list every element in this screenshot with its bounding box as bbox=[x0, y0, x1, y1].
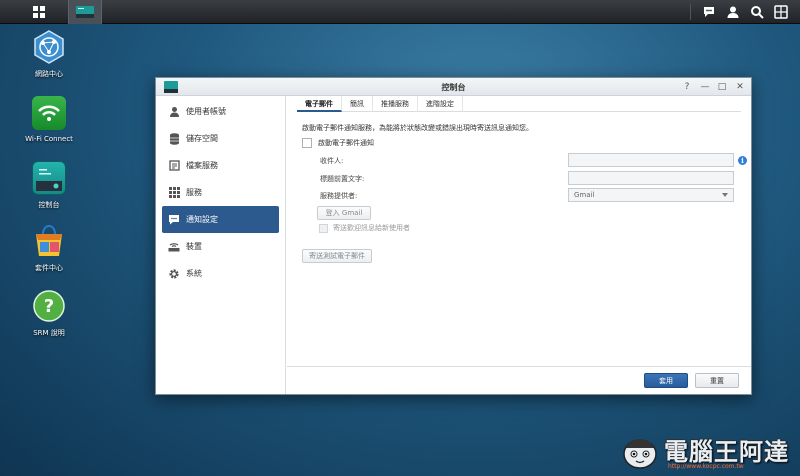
sidebar-item-label: 儲存空間 bbox=[186, 134, 218, 143]
provider-value: Gmail bbox=[574, 191, 595, 199]
desktop-icon-package-center[interactable]: 套件中心 bbox=[20, 224, 78, 273]
desktop-icon-srm-help[interactable]: ? SRM 說明 bbox=[20, 289, 78, 338]
subject-prefix-label: 標題前置文字: bbox=[320, 175, 365, 183]
close-button[interactable]: ✕ bbox=[733, 80, 747, 94]
desktop-icon-network-center[interactable]: 網路中心 bbox=[20, 30, 78, 79]
router-icon bbox=[168, 241, 180, 253]
chat-icon bbox=[704, 7, 714, 17]
control-panel-icon bbox=[32, 161, 66, 195]
reset-button[interactable]: 重置 bbox=[695, 373, 739, 388]
info-icon[interactable]: i bbox=[738, 156, 747, 165]
sidebar-item-notification[interactable]: 通知設定 bbox=[162, 206, 279, 233]
send-test-email-button[interactable]: 寄送測試電子郵件 bbox=[302, 249, 372, 263]
recipient-input[interactable] bbox=[568, 153, 734, 167]
maximize-button[interactable]: □ bbox=[715, 80, 729, 94]
widgets-icon bbox=[774, 5, 788, 19]
tab-email[interactable]: 電子郵件 bbox=[297, 96, 342, 112]
desktop-icon-label: 網路中心 bbox=[35, 70, 63, 78]
user-icon bbox=[727, 6, 739, 18]
help-button[interactable]: ? bbox=[680, 80, 694, 94]
desktop-icon-control-panel[interactable]: 控制台 bbox=[20, 161, 78, 210]
sidebar-item-devices[interactable]: 裝置 bbox=[162, 233, 279, 260]
svg-text:?: ? bbox=[44, 296, 54, 317]
sidebar-item-label: 檔案服務 bbox=[186, 161, 218, 170]
file-services-icon bbox=[168, 160, 180, 172]
notification-settings-panel: 電子郵件 簡訊 推播服務 進階設定 啟動電子郵件通知服務，為能將於狀態改變或錯誤… bbox=[287, 96, 751, 394]
mascot-logo bbox=[623, 439, 657, 469]
control-panel-window: 控制台 ? — □ ✕ 使用者帳號 儲存空間 檔案服務 服務 通知設定 裝置 系… bbox=[155, 77, 752, 395]
sidebar-item-label: 使用者帳號 bbox=[186, 107, 226, 116]
window-titlebar[interactable]: 控制台 ? — □ ✕ bbox=[156, 78, 751, 96]
sidebar-item-user-accounts[interactable]: 使用者帳號 bbox=[162, 98, 279, 125]
desktop-icon-label: 套件中心 bbox=[35, 264, 63, 272]
sidebar-item-label: 系統 bbox=[186, 269, 202, 278]
sidebar-item-label: 通知設定 bbox=[186, 215, 218, 224]
subject-prefix-input[interactable] bbox=[568, 171, 734, 185]
desktop-icon-label: 控制台 bbox=[38, 201, 60, 209]
enable-email-checkbox[interactable] bbox=[302, 138, 312, 148]
user-icon bbox=[168, 106, 180, 118]
help-icon: ? bbox=[32, 289, 66, 323]
sidebar-item-storage[interactable]: 儲存空間 bbox=[162, 125, 279, 152]
apply-button[interactable]: 套用 bbox=[644, 373, 688, 388]
taskbar-divider bbox=[690, 4, 691, 20]
main-menu-button[interactable] bbox=[24, 0, 54, 24]
wifi-icon bbox=[32, 96, 66, 130]
database-icon bbox=[168, 132, 180, 145]
minimize-button[interactable]: — bbox=[698, 80, 712, 94]
watermark-brand: 電腦王阿達 bbox=[664, 438, 789, 466]
tab-bar: 電子郵件 簡訊 推播服務 進階設定 bbox=[297, 96, 741, 112]
sidebar-item-services[interactable]: 服務 bbox=[162, 179, 279, 206]
user-button[interactable] bbox=[721, 0, 745, 24]
tab-push-service[interactable]: 推播服務 bbox=[373, 96, 418, 112]
sidebar-item-file-services[interactable]: 檔案服務 bbox=[162, 152, 279, 179]
network-center-icon bbox=[32, 30, 66, 64]
window-title: 控制台 bbox=[441, 83, 466, 92]
tab-sms[interactable]: 簡訊 bbox=[342, 96, 373, 112]
taskbar bbox=[0, 0, 800, 24]
services-grid-icon bbox=[168, 187, 180, 199]
login-gmail-button[interactable]: 登入 Gmail bbox=[317, 206, 371, 220]
gear-icon bbox=[168, 268, 180, 280]
welcome-message-row: 寄送歡迎訊息給新使用者 bbox=[319, 223, 410, 233]
widgets-button[interactable] bbox=[769, 0, 793, 24]
package-center-icon bbox=[32, 224, 66, 258]
watermark: 電腦王阿達 http://www.kocpc.com.tw bbox=[608, 430, 798, 474]
sidebar-item-system[interactable]: 系統 bbox=[162, 260, 279, 287]
control-panel-icon bbox=[76, 6, 94, 18]
email-description: 啟動電子郵件通知服務，為能將於狀態改變或錯誤出現時寄送訊息通知您。 bbox=[302, 124, 533, 132]
search-icon bbox=[751, 6, 764, 19]
welcome-message-checkbox[interactable] bbox=[319, 223, 328, 233]
recipient-label: 收件人: bbox=[320, 157, 344, 165]
notification-icon bbox=[168, 214, 180, 226]
desktop-icon-wifi-connect[interactable]: Wi-Fi Connect bbox=[20, 96, 78, 143]
window-footer: 套用 重置 bbox=[287, 366, 751, 394]
desktop-icon-label: Wi-Fi Connect bbox=[25, 135, 73, 143]
tab-advanced[interactable]: 進階設定 bbox=[418, 96, 463, 112]
enable-email-row: 啟動電子郵件通知 bbox=[302, 138, 374, 148]
sidebar-item-label: 服務 bbox=[186, 188, 202, 197]
sidebar-item-label: 裝置 bbox=[186, 242, 202, 251]
desktop-icon-label: SRM 說明 bbox=[33, 329, 65, 337]
watermark-url: http://www.kocpc.com.tw bbox=[668, 463, 744, 470]
sidebar: 使用者帳號 儲存空間 檔案服務 服務 通知設定 裝置 系統 bbox=[156, 96, 286, 394]
search-button[interactable] bbox=[745, 0, 769, 24]
chat-button[interactable] bbox=[697, 0, 721, 24]
chevron-down-icon bbox=[722, 193, 728, 197]
provider-select[interactable]: Gmail bbox=[568, 188, 734, 202]
welcome-message-label: 寄送歡迎訊息給新使用者 bbox=[333, 224, 410, 232]
taskbar-control-panel-button[interactable] bbox=[68, 0, 102, 24]
provider-label: 服務提供者: bbox=[320, 192, 358, 200]
grid-icon bbox=[33, 6, 45, 18]
enable-email-label: 啟動電子郵件通知 bbox=[318, 139, 374, 147]
